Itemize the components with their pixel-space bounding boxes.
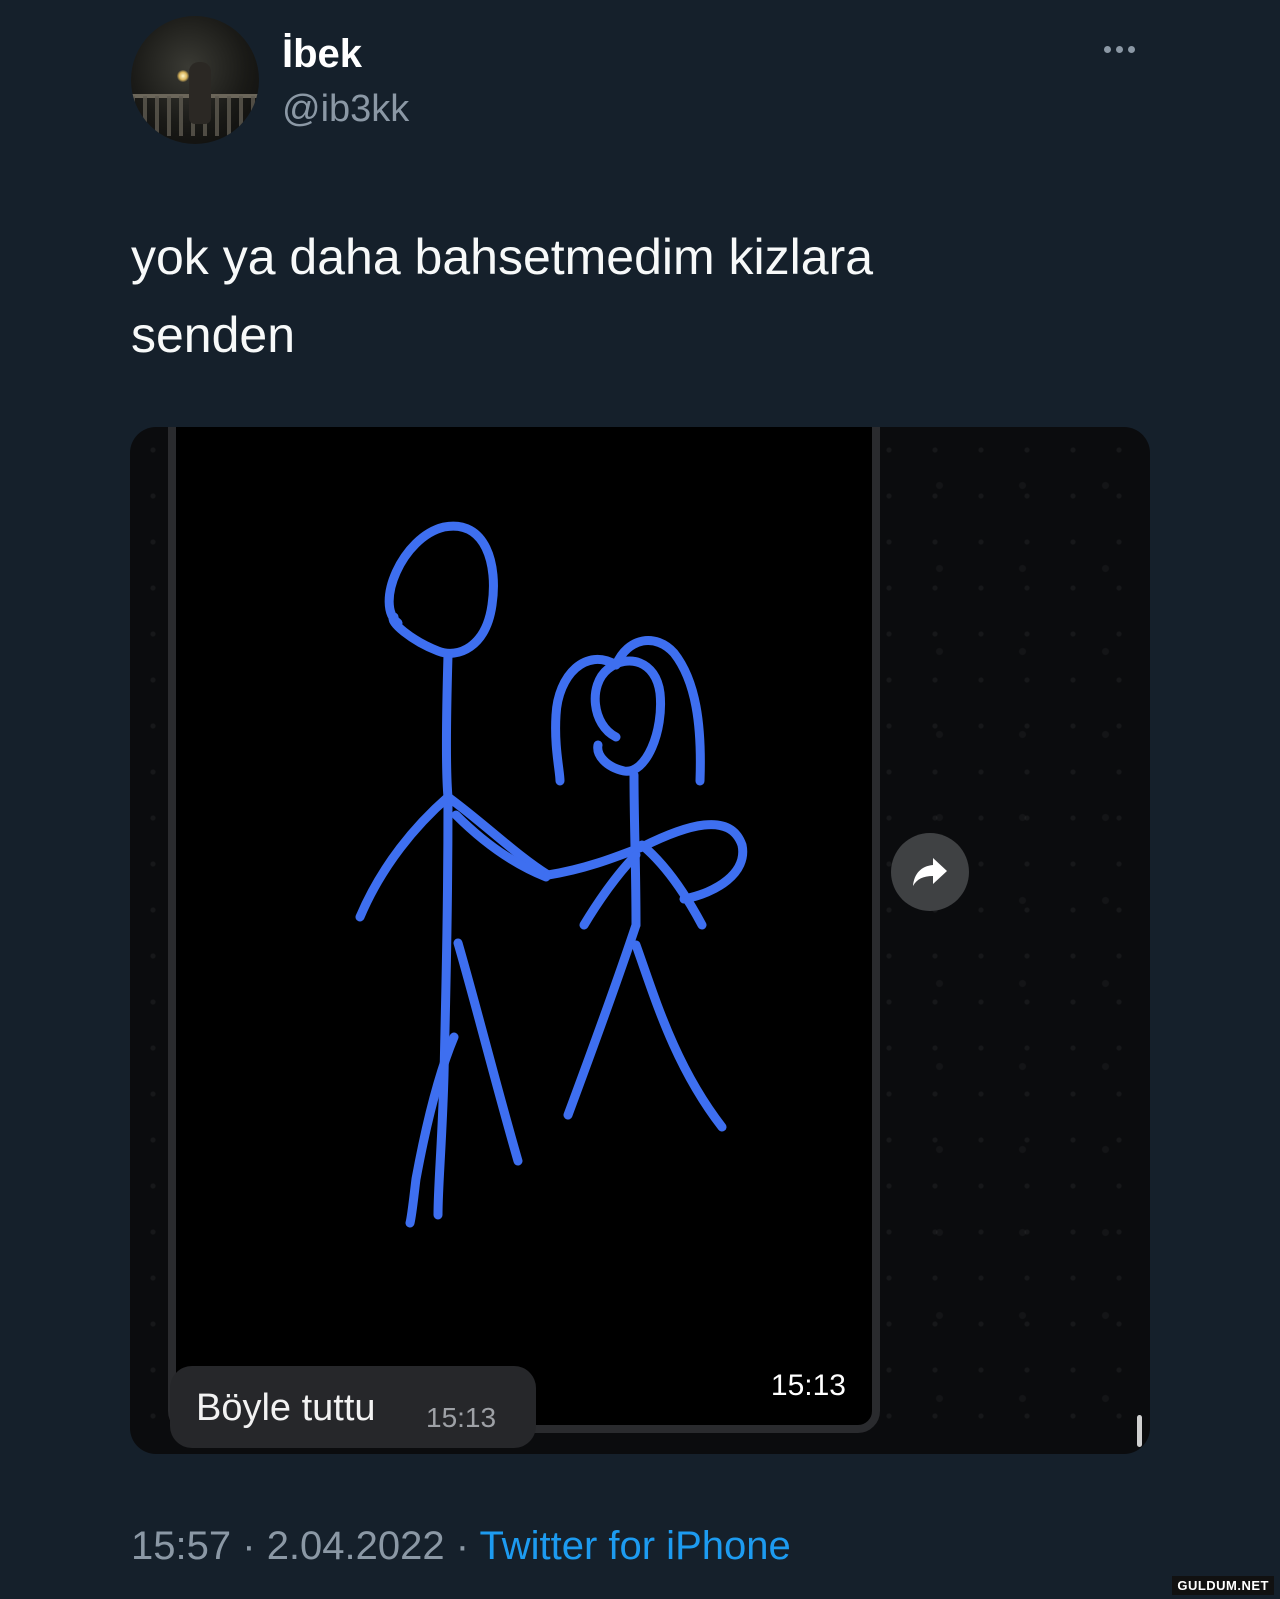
- user-handle[interactable]: @ib3kk: [282, 88, 409, 131]
- forward-arrow-icon: [913, 858, 947, 886]
- tweet-time[interactable]: 15:57: [131, 1524, 231, 1568]
- meta-separator: ·: [455, 1524, 470, 1568]
- more-options-icon[interactable]: [1104, 46, 1135, 53]
- display-name[interactable]: İbek: [282, 32, 362, 77]
- scrollbar[interactable]: [1137, 1415, 1142, 1447]
- stick-figure-drawing: [355, 521, 748, 1228]
- tweet-meta: 15:57 · 2.04.2022 · Twitter for iPhone: [131, 1524, 791, 1569]
- image-message-time: 15:13: [770, 1369, 846, 1402]
- tweet-source-link[interactable]: Twitter for iPhone: [479, 1524, 790, 1568]
- tweet-text-line: yok ya daha bahsetmedim kizlara: [131, 229, 874, 285]
- tweet-date[interactable]: 2.04.2022: [267, 1524, 445, 1568]
- tweet-text-line: senden: [131, 307, 296, 363]
- avatar-lamp: [177, 70, 189, 82]
- avatar[interactable]: [131, 16, 259, 144]
- more-dot: [1116, 46, 1123, 53]
- text-message-time: 15:13: [426, 1402, 497, 1433]
- image-message-bubble[interactable]: 15:13: [168, 427, 880, 1433]
- text-message-bubble[interactable]: Böyle tuttu 15:13: [170, 1366, 536, 1448]
- tweet-media[interactable]: 15:13 Böyle tuttu 15:13: [130, 427, 1150, 1454]
- text-message: Böyle tuttu: [196, 1387, 376, 1429]
- avatar-person: [189, 62, 211, 124]
- meta-separator: ·: [242, 1524, 256, 1568]
- more-dot: [1104, 46, 1111, 53]
- tweet-text: yok ya daha bahsetmedim kizlara senden: [131, 218, 1091, 374]
- more-dot: [1128, 46, 1135, 53]
- watermark: GULDUM.NET: [1172, 1576, 1274, 1595]
- forward-button[interactable]: [891, 833, 969, 911]
